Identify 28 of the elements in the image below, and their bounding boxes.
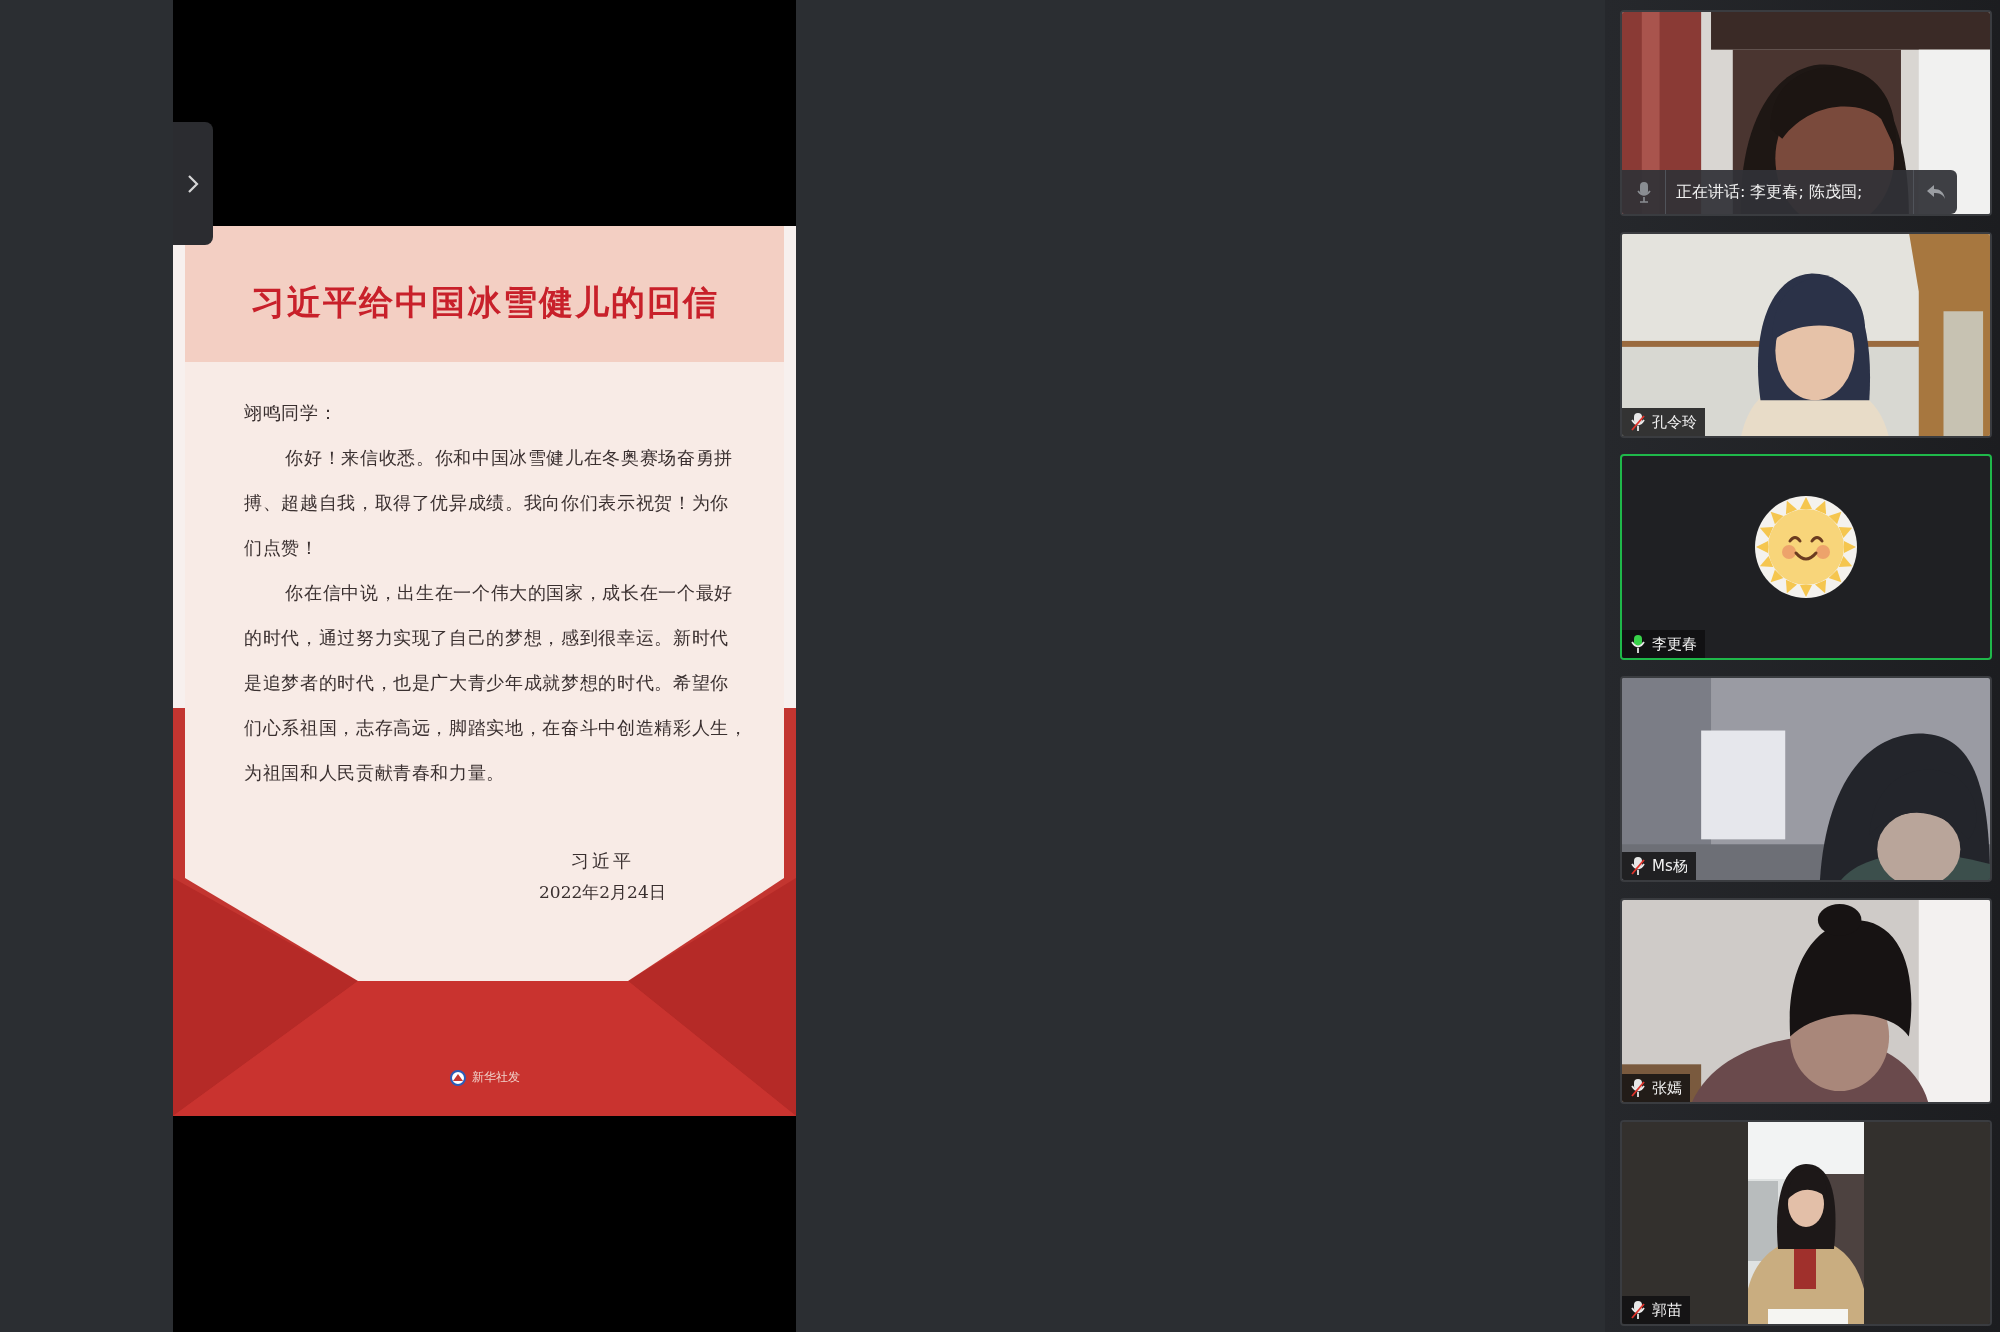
video-tile[interactable]: 张嫣 <box>1620 898 1992 1104</box>
letter-line: 你好！来信收悉。你和中国冰雪健儿在冬奥赛场奋勇拼 <box>284 446 733 470</box>
video-tile[interactable]: 李更春 <box>1620 454 1992 660</box>
video-tile[interactable]: 正在讲话: 李更春; 陈茂国; <box>1620 10 1992 216</box>
participant-name: 孔令玲 <box>1652 412 1697 432</box>
letter-line: 为祖国和人民贡献青春和力量。 <box>244 761 506 785</box>
participant-name: 郭苗 <box>1652 1300 1682 1320</box>
speaker-text: 正在讲话: 李更春; 陈茂国; <box>1675 181 1863 203</box>
signature: 习近平 <box>570 849 634 873</box>
letter-line: 们心系祖国，志存高远，脚踏实地，在奋斗中创造精彩人生， <box>244 716 748 740</box>
letter-line: 你在信中说，出生在一个伟大的国家，成长在一个最好 <box>284 581 733 605</box>
letter-date: 2022年2月24日 <box>539 881 666 904</box>
microphone-icon <box>1636 181 1651 203</box>
video-tile[interactable]: 孔令玲 <box>1620 232 1992 438</box>
letter-line: 的时代，通过努力实现了自己的梦想，感到很幸运。新时代 <box>244 626 729 650</box>
salutation: 翊鸣同学： <box>244 401 338 425</box>
letter-line: 搏、超越自我，取得了优异成绩。我向你们表示祝贺！为你 <box>244 491 729 515</box>
sun-avatar-icon <box>1754 495 1858 599</box>
video-tile[interactable]: Ms杨 <box>1620 676 1992 882</box>
letter-title: 习近平给中国冰雪健儿的回信 <box>250 281 719 324</box>
participant-name: Ms杨 <box>1652 856 1688 876</box>
letter-line: 们点赞！ <box>244 536 319 560</box>
letter-line: 是追梦者的时代，也是广大青少年成就梦想的时代。希望你 <box>244 671 729 695</box>
participant-name: 李更春 <box>1652 634 1697 654</box>
source-label: 新华社发 <box>471 1069 520 1086</box>
participant-name: 张嫣 <box>1652 1078 1682 1098</box>
chevron-right-icon <box>186 172 200 195</box>
video-tile[interactable]: 郭苗 <box>1620 1120 1992 1326</box>
